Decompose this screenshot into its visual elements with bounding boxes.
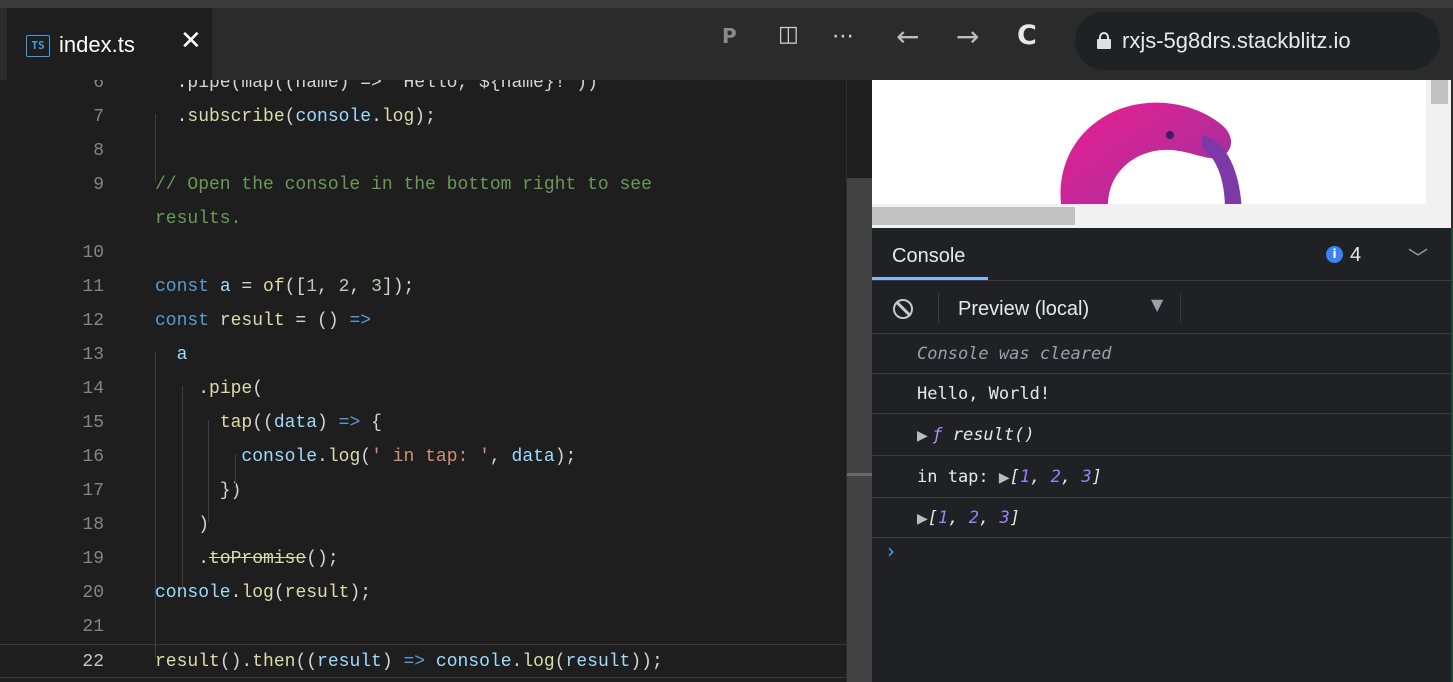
code-line[interactable]: 8 xyxy=(0,134,872,168)
info-icon: i xyxy=(1326,246,1343,263)
line-number: 18 xyxy=(82,515,104,535)
code-text: .pipe(map((name) => `Hello, ${name}!`)) xyxy=(155,80,598,93)
code-line[interactable]: 23 xyxy=(0,678,872,682)
line-number: 22 xyxy=(82,652,104,672)
code-text: a xyxy=(155,345,188,365)
code-line[interactable]: 9 // Open the console in the bottom right… xyxy=(0,168,872,202)
line-number: 16 xyxy=(82,447,104,467)
console-toolbar: Preview (local) ▼ xyxy=(872,281,1453,334)
code-text: }) xyxy=(155,481,242,501)
code-line[interactable]: 18 ) xyxy=(0,508,872,542)
preview-horizontal-scroll-thumb[interactable] xyxy=(872,207,1075,225)
console-prompt[interactable]: › xyxy=(887,539,895,563)
reload-icon[interactable]: C xyxy=(1017,20,1037,51)
editor-tab-title: index.ts xyxy=(59,32,135,57)
console-message-function[interactable]: ▶ ƒ result() xyxy=(872,414,1453,456)
console-message-tap[interactable]: in tap: ▶[1, 2, 3] xyxy=(872,456,1453,498)
code-text: // Open the console in the bottom right … xyxy=(155,175,652,195)
preview-horizontal-scrollbar[interactable] xyxy=(872,204,1453,228)
line-number: 6 xyxy=(93,80,104,93)
context-dropdown-icon[interactable]: ▼ xyxy=(1151,295,1163,314)
split-editor-icon[interactable]: ◫ xyxy=(778,22,799,47)
code-editor[interactable]: 6 .pipe(map((name) => `Hello, ${name}!`)… xyxy=(0,80,872,682)
code-text: .subscribe(console.log); xyxy=(155,107,436,127)
line-number: 11 xyxy=(82,277,104,297)
code-line[interactable]: 14 .pipe( xyxy=(0,372,872,406)
code-text: const result = () => xyxy=(155,311,372,331)
preview-vertical-scroll-thumb[interactable] xyxy=(1431,80,1448,104)
forward-arrow-icon[interactable]: → xyxy=(956,20,979,53)
lock-icon xyxy=(1097,32,1111,49)
code-line[interactable]: 20 console.log(result); xyxy=(0,576,872,610)
expand-triangle-icon[interactable]: ▶ xyxy=(917,428,932,444)
top-bar: TS index.ts ✕ P ◫ ⋯ ← → C rxjs-5g8drs.st… xyxy=(0,0,1453,80)
code-line[interactable]: 22 result().then((result) => console.log(… xyxy=(0,644,872,678)
code-text: result().then((result) => console.log(re… xyxy=(155,652,663,672)
more-actions-icon[interactable]: ⋯ xyxy=(832,24,854,49)
url-text: rxjs-5g8drs.stackblitz.io xyxy=(1122,28,1351,53)
code-text: console.log(result); xyxy=(155,583,372,603)
line-number: 15 xyxy=(82,413,104,433)
back-arrow-icon[interactable]: ← xyxy=(896,20,919,53)
expand-triangle-icon[interactable]: ▶ xyxy=(917,511,928,527)
info-count[interactable]: 4 xyxy=(1350,244,1361,267)
chevron-down-icon[interactable]: ﹀ xyxy=(1408,242,1428,271)
expand-triangle-icon[interactable]: ▶ xyxy=(999,470,1010,486)
code-line[interactable]: 16 console.log(' in tap: ', data); xyxy=(0,440,872,474)
preview-pane[interactable] xyxy=(872,80,1453,228)
line-number: 17 xyxy=(82,481,104,501)
code-text: console.log(' in tap: ', data); xyxy=(241,447,577,467)
code-text: results. xyxy=(155,209,242,229)
ide-window: TS index.ts ✕ P ◫ ⋯ ← → C rxjs-5g8drs.st… xyxy=(0,0,1453,682)
code-line[interactable]: results. xyxy=(0,202,872,236)
console-tab-indicator xyxy=(872,277,988,280)
line-number: 20 xyxy=(82,583,104,603)
line-number: 21 xyxy=(82,617,104,637)
console-header: Console i 4 ﹀ xyxy=(872,228,1453,281)
code-line[interactable]: 15 tap((data) => { xyxy=(0,406,872,440)
code-line[interactable]: 13 a xyxy=(0,338,872,372)
line-number: 8 xyxy=(93,141,104,161)
line-number: 12 xyxy=(82,311,104,331)
line-number: 7 xyxy=(93,107,104,127)
console-panel: Console i 4 ﹀ Preview (local) ▼ Console … xyxy=(872,228,1453,682)
code-text: const a = of([1, 2, 3]); xyxy=(155,277,415,297)
line-number: 9 xyxy=(93,175,104,195)
line-number: 19 xyxy=(82,549,104,569)
console-message-hello: Hello, World! xyxy=(872,374,1453,414)
prettier-icon[interactable]: P xyxy=(722,24,737,48)
console-message-array[interactable]: ▶[1, 2, 3] xyxy=(872,498,1453,538)
clear-console-icon[interactable] xyxy=(893,299,913,319)
editor-scrollbar[interactable] xyxy=(847,178,872,682)
code-line[interactable]: 21 xyxy=(0,610,872,644)
console-tab[interactable]: Console xyxy=(892,245,965,268)
code-text: tap((data) => { xyxy=(219,413,382,433)
code-line[interactable]: 12 const result = () => xyxy=(0,304,872,338)
address-bar[interactable]: rxjs-5g8drs.stackblitz.io xyxy=(1075,12,1440,70)
editor-tab-index-ts[interactable]: TS index.ts ✕ xyxy=(7,8,212,80)
code-text: .pipe( xyxy=(155,379,264,399)
line-number: 13 xyxy=(82,345,104,365)
line-number: 23 xyxy=(0,678,104,682)
line-number: 14 xyxy=(82,379,104,399)
code-line[interactable]: 11 const a = of([1, 2, 3]); xyxy=(0,270,872,304)
code-line[interactable]: 10 xyxy=(0,236,872,270)
code-line[interactable]: 17 }) xyxy=(0,474,872,508)
line-number: 10 xyxy=(82,243,104,263)
context-selector[interactable]: Preview (local) xyxy=(958,298,1089,321)
typescript-file-icon: TS xyxy=(26,35,50,57)
code-line[interactable]: 19 .toPromise(); xyxy=(0,542,872,576)
code-line[interactable]: 7 .subscribe(console.log); xyxy=(0,100,872,134)
console-message-cleared: Console was cleared xyxy=(872,334,1453,374)
close-tab-icon[interactable]: ✕ xyxy=(180,26,202,56)
scrollbar-cursor-marker xyxy=(847,473,872,476)
code-line[interactable]: 6 .pipe(map((name) => `Hello, ${name}!`)… xyxy=(0,80,872,100)
